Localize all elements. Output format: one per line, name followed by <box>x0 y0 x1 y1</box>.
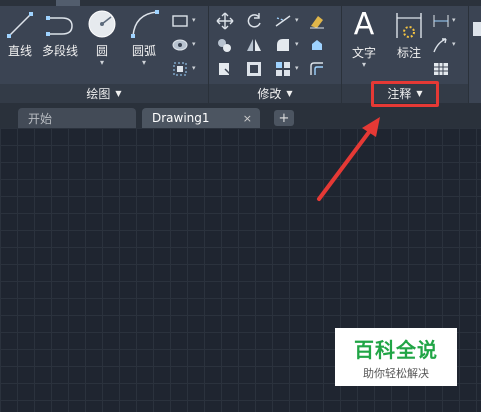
watermark-logo: 百科全说 助你轻松解决 <box>335 328 457 386</box>
fillet-dropdown-icon[interactable]: ▾ <box>295 40 299 48</box>
polyline-button[interactable]: 多段线 <box>42 10 78 59</box>
draw-panel-label: 绘图 <box>86 87 111 101</box>
panel-divider <box>468 6 469 103</box>
circle-label: 圆 <box>95 44 108 58</box>
scale-icon[interactable] <box>245 60 263 78</box>
dimension-label: 标注 <box>396 46 421 60</box>
boundary-icon[interactable] <box>171 60 189 78</box>
rectangle-icon[interactable] <box>171 12 189 30</box>
circle-dropdown-icon[interactable]: ▾ <box>100 59 104 67</box>
array-dropdown-icon[interactable]: ▾ <box>295 64 299 72</box>
circle-icon <box>88 10 116 38</box>
linear-dimension-icon[interactable] <box>432 12 450 30</box>
tab-drawing1-label: Drawing1 <box>152 111 210 125</box>
layers-icon[interactable] <box>471 20 481 38</box>
text-dropdown-icon[interactable]: ▾ <box>362 61 366 69</box>
offset-icon[interactable] <box>308 60 326 78</box>
ribbon-tab-strip <box>0 0 481 6</box>
tab-drawing1[interactable]: Drawing1 × <box>142 108 260 128</box>
polyline-icon <box>46 16 73 36</box>
fillet-icon[interactable] <box>274 36 292 54</box>
plus-icon: + <box>278 110 290 126</box>
modify-panel-label: 修改 <box>257 87 282 101</box>
leader-dropdown-icon[interactable]: ▾ <box>452 40 456 48</box>
trim-dropdown-icon[interactable]: ▾ <box>295 16 299 24</box>
copy-icon[interactable] <box>216 36 234 54</box>
tab-start-label: 开始 <box>28 111 53 126</box>
arc-label: 圆弧 <box>131 44 156 58</box>
watermark-subtitle: 助你轻松解决 <box>363 366 429 380</box>
dimension-button[interactable]: 标注 <box>394 10 424 61</box>
modify-panel-title[interactable]: 修改 ▼ <box>209 84 341 103</box>
mirror-icon[interactable] <box>245 36 263 54</box>
array-icon[interactable] <box>274 60 292 78</box>
line-button[interactable]: 直线 <box>5 10 35 59</box>
draw-panel-title[interactable]: 绘图 ▼ <box>0 84 208 103</box>
rectangle-dropdown-icon[interactable]: ▾ <box>192 16 196 24</box>
stretch-icon[interactable] <box>216 60 234 78</box>
text-label: 文字 <box>352 46 377 60</box>
ribbon-tab-home-edge[interactable] <box>56 0 80 6</box>
leader-icon[interactable] <box>432 36 450 54</box>
rotate-icon[interactable] <box>245 12 263 30</box>
arc-icon <box>131 10 159 38</box>
draw-panel-dropdown-icon: ▼ <box>115 89 122 98</box>
trim-icon[interactable] <box>274 12 292 30</box>
watermark-title: 百科全说 <box>354 337 438 362</box>
annotation-highlight-box <box>371 81 439 107</box>
tab-start[interactable]: 开始 <box>18 108 136 128</box>
linear-dimension-dropdown-icon[interactable]: ▾ <box>452 16 456 24</box>
text-icon: A <box>353 7 375 42</box>
hatch-dropdown-icon[interactable]: ▾ <box>192 40 196 48</box>
explode-icon[interactable] <box>308 36 326 54</box>
close-icon[interactable]: × <box>243 112 252 125</box>
polyline-label: 多段线 <box>42 44 79 58</box>
line-label: 直线 <box>7 44 32 58</box>
erase-icon[interactable] <box>308 12 326 30</box>
hatch-icon[interactable] <box>171 36 189 54</box>
line-icon <box>7 12 33 38</box>
dimension-icon <box>396 13 422 38</box>
new-tab-button[interactable]: + <box>274 110 294 126</box>
circle-button[interactable]: 圆 ▾ <box>86 8 118 67</box>
boundary-dropdown-icon[interactable]: ▾ <box>192 64 196 72</box>
arc-dropdown-icon[interactable]: ▾ <box>142 59 146 67</box>
table-icon[interactable] <box>432 60 450 78</box>
text-button[interactable]: A 文字 ▾ <box>352 8 376 69</box>
arc-button[interactable]: 圆弧 ▾ <box>127 8 161 67</box>
move-icon[interactable] <box>216 12 234 30</box>
modify-panel-dropdown-icon: ▼ <box>286 89 293 98</box>
